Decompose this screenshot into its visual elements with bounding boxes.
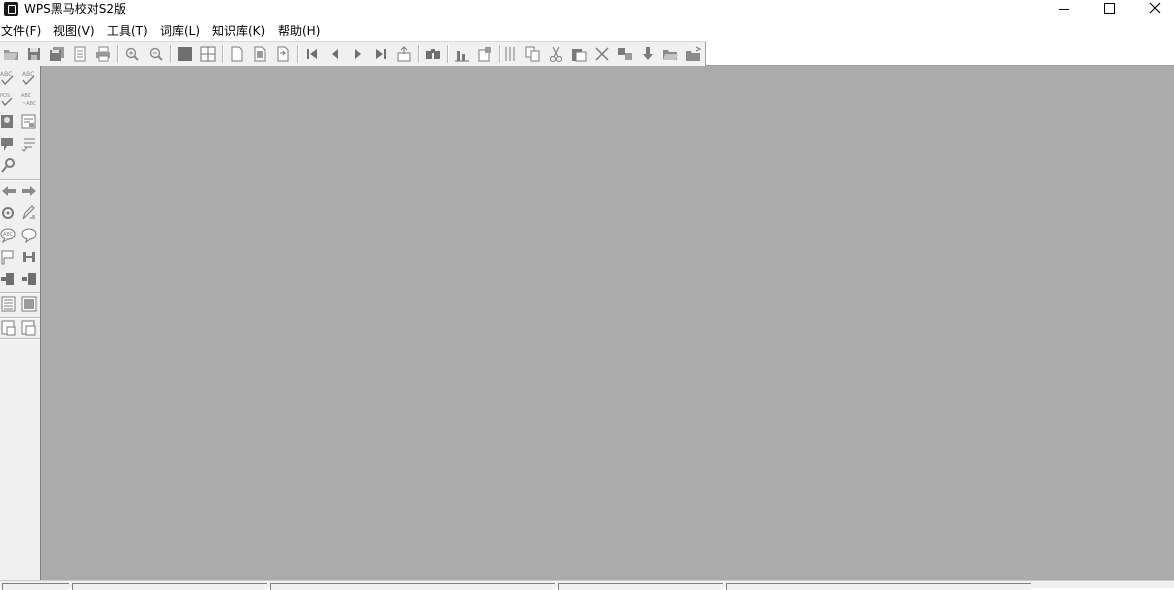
zoom-in-icon[interactable] — [123, 45, 141, 63]
paste-icon[interactable] — [570, 45, 588, 63]
plug-in-icon[interactable] — [0, 270, 18, 288]
menu-bar: 文件(F) 视图(V) 工具(T) 词库(L) 知识库(K) 帮助(H) — [0, 21, 1174, 40]
menu-help[interactable]: 帮助(H) — [278, 23, 320, 39]
print-icon[interactable] — [94, 45, 112, 63]
tool-icon[interactable] — [0, 157, 18, 175]
left-toolbar: ABC ABC POS ABC ~ABC ABC — [0, 66, 41, 580]
save-all-icon[interactable] — [48, 45, 66, 63]
columns-icon[interactable] — [503, 45, 521, 63]
maximize-button[interactable] — [1086, 0, 1132, 20]
last-icon[interactable] — [372, 45, 390, 63]
report-icon[interactable] — [476, 45, 494, 63]
window-title: WPS黑马校对S2版 — [24, 2, 126, 16]
statistics-icon[interactable] — [453, 45, 471, 63]
delete-icon[interactable] — [593, 45, 611, 63]
cut-icon[interactable] — [547, 45, 565, 63]
pen-icon[interactable] — [20, 204, 38, 222]
page-list-icon[interactable] — [0, 295, 18, 313]
zoom-out-icon[interactable] — [147, 45, 165, 63]
jump-icon[interactable] — [395, 45, 413, 63]
document-workspace[interactable] — [41, 66, 1174, 580]
h-bar-icon[interactable] — [20, 248, 38, 266]
find-icon[interactable] — [424, 45, 442, 63]
svg-text:~ABC: ~ABC — [22, 101, 37, 107]
main-toolbar — [0, 41, 706, 67]
image-icon[interactable] — [20, 295, 38, 313]
toolbar-empty-area — [706, 41, 1174, 66]
single-view-icon[interactable] — [176, 45, 194, 63]
export-right-icon[interactable] — [20, 319, 38, 337]
open-icon[interactable] — [661, 45, 679, 63]
import-icon[interactable] — [684, 45, 702, 63]
forward-arrow-icon[interactable] — [20, 182, 38, 200]
next-icon[interactable] — [349, 45, 367, 63]
replace-icon[interactable] — [616, 45, 634, 63]
speech-bubble-icon[interactable]: ABC — [0, 226, 18, 244]
close-icon — [1149, 2, 1161, 14]
document-list-icon[interactable] — [71, 45, 89, 63]
close-button[interactable] — [1132, 0, 1174, 20]
menu-view[interactable]: 视图(V) — [53, 23, 95, 39]
page-export-icon[interactable] — [274, 45, 292, 63]
flag-icon[interactable] — [0, 248, 18, 266]
person-lookup-icon[interactable] — [0, 113, 18, 131]
proofread-icon[interactable]: POS — [0, 91, 18, 109]
speech-bubble-alt-icon[interactable] — [20, 226, 38, 244]
abc-check-icon[interactable]: ABC — [20, 69, 38, 87]
minimize-button[interactable] — [1040, 0, 1086, 20]
menu-tools[interactable]: 工具(T) — [107, 23, 148, 39]
menu-lexicon[interactable]: 词库(L) — [160, 23, 200, 39]
back-arrow-icon[interactable] — [0, 182, 18, 200]
first-icon[interactable] — [303, 45, 321, 63]
export-left-icon[interactable] — [0, 319, 18, 337]
app-icon — [4, 2, 18, 16]
page-duplicate-icon[interactable] — [251, 45, 269, 63]
grid-view-icon[interactable] — [199, 45, 217, 63]
title-bar: WPS黑马校对S2版 — [0, 0, 1174, 20]
plug-out-icon[interactable] — [20, 270, 38, 288]
download-icon[interactable] — [639, 45, 657, 63]
svg-text:POS: POS — [0, 93, 10, 99]
dictionary-icon[interactable] — [20, 113, 38, 131]
svg-text:ABC: ABC — [3, 232, 14, 238]
spell-check-icon[interactable]: ABC — [0, 69, 18, 87]
open-folder-icon[interactable] — [2, 45, 20, 63]
menu-knowledge-base[interactable]: 知识库(K) — [212, 23, 265, 39]
settings-icon[interactable] — [0, 204, 18, 222]
svg-text:ABC: ABC — [0, 71, 12, 78]
page-icon[interactable] — [228, 45, 246, 63]
copy-icon[interactable] — [524, 45, 542, 63]
save-icon[interactable] — [25, 45, 43, 63]
previous-icon[interactable] — [326, 45, 344, 63]
comment-icon[interactable] — [0, 135, 18, 153]
list-check-icon[interactable] — [20, 135, 38, 153]
menu-file[interactable]: 文件(F) — [1, 23, 41, 39]
svg-text:ABC: ABC — [21, 93, 32, 99]
abc-compare-icon[interactable]: ABC ~ABC — [20, 91, 38, 109]
